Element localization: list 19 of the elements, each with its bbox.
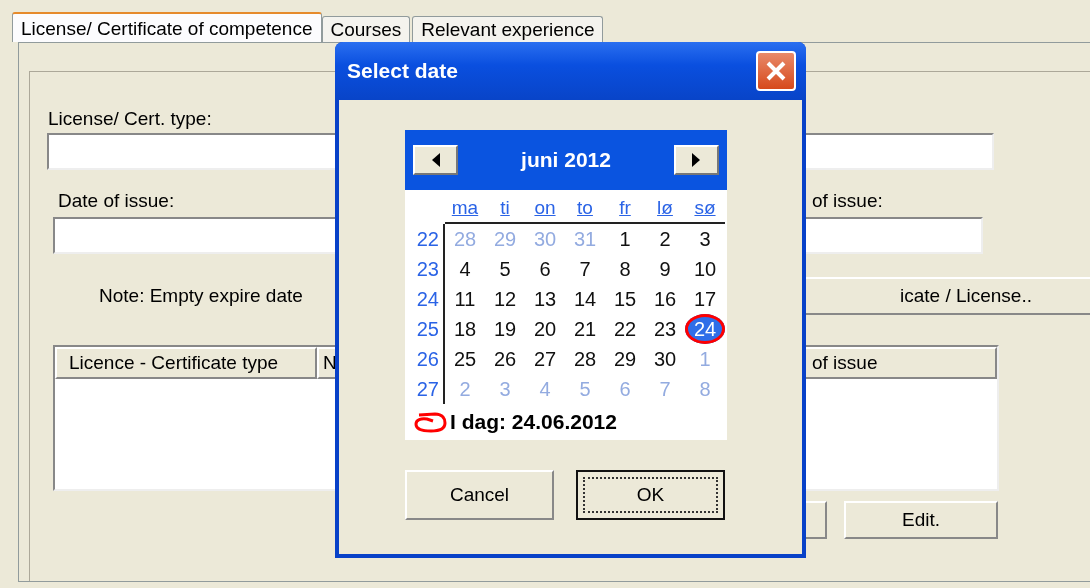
window-title: Select date (347, 59, 458, 83)
weekday-label: on (534, 197, 556, 218)
week-number: 25 (416, 318, 439, 340)
note-text: Note: Empty expire date (99, 285, 303, 307)
field-label: Date of issue: (58, 190, 175, 212)
field-label: License/ Cert. type: (48, 108, 213, 131)
week-number: 22 (416, 228, 439, 250)
week-number: 23 (416, 258, 439, 280)
week-number: 24 (416, 288, 439, 310)
week-number: 27 (416, 378, 439, 400)
weekday-label: to (577, 197, 593, 218)
weekday-label: sø (694, 197, 716, 218)
weekday-label: ma (451, 197, 479, 218)
field-label: of issue: (812, 190, 883, 212)
month-title: juni 2012 (521, 148, 611, 172)
weekday-label: lø (657, 197, 673, 218)
weekday-label: fr (619, 197, 631, 218)
week-number: 26 (416, 348, 439, 370)
weekday-label: ti (500, 197, 510, 218)
